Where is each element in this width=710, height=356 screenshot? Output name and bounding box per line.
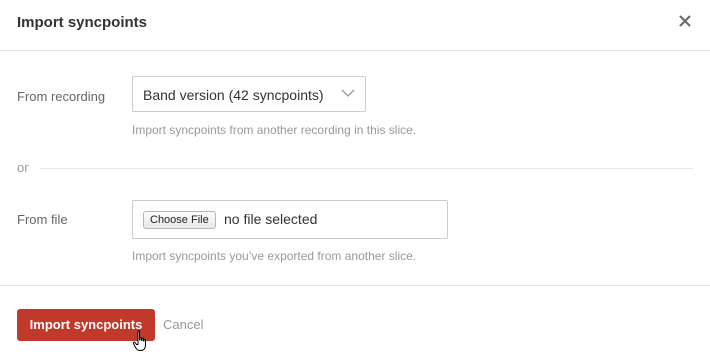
chevron-down-icon	[341, 89, 355, 97]
recording-select-value: Band version (42 syncpoints)	[143, 87, 324, 103]
import-syncpoints-button[interactable]: Import syncpoints	[17, 309, 155, 341]
choose-file-button[interactable]: Choose File	[143, 211, 216, 229]
dialog-header: Import syncpoints	[0, 0, 710, 51]
cancel-button[interactable]: Cancel	[163, 317, 203, 332]
or-separator-label: or	[17, 160, 29, 175]
dialog-title: Import syncpoints	[17, 14, 148, 31]
file-status-text: no file selected	[224, 211, 318, 227]
footer-divider	[0, 285, 710, 286]
from-recording-label: From recording	[17, 89, 106, 104]
file-input[interactable]: Choose File no file selected	[132, 200, 448, 239]
import-syncpoints-dialog: Import syncpoints From recording Band ve…	[0, 0, 710, 356]
close-button[interactable]	[676, 12, 694, 30]
recording-help-text: Import syncpoints from another recording…	[132, 123, 417, 137]
from-file-label: From file	[17, 212, 68, 227]
or-separator-line	[40, 168, 693, 169]
recording-select[interactable]: Band version (42 syncpoints)	[132, 76, 366, 112]
close-icon	[679, 15, 691, 27]
file-help-text: Import syncpoints you’ve exported from a…	[132, 249, 417, 263]
